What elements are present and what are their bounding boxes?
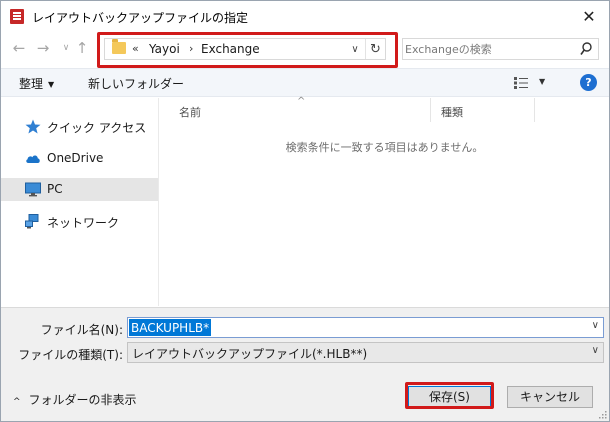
filetype-label: ファイルの種類(T): xyxy=(18,348,123,362)
file-list-pane: ^ 名前 種類 検索条件に一致する項目はありません。 xyxy=(160,96,609,306)
save-highlight-frame xyxy=(405,382,494,409)
hide-folders-label: フォルダーの非表示 xyxy=(28,393,137,407)
search-input[interactable] xyxy=(405,40,575,58)
sidebar-item-quick-access[interactable]: クイック アクセス xyxy=(1,115,158,138)
title-bar: レイアウトバックアップファイルの指定 ✕ xyxy=(1,1,609,32)
navigation-pane: クイック アクセス OneDrive PC ネットワーク xyxy=(1,98,159,306)
search-icon[interactable] xyxy=(580,42,592,56)
filename-combobox[interactable]: ∨ xyxy=(127,317,604,338)
sort-indicator-icon: ^ xyxy=(297,96,306,107)
new-folder-button[interactable]: 新しいフォルダー xyxy=(88,75,184,92)
caret-down-icon: ▼ xyxy=(48,80,55,89)
monitor-icon xyxy=(25,182,41,197)
filename-field[interactable] xyxy=(129,319,211,336)
empty-results-message: 検索条件に一致する項目はありません。 xyxy=(285,141,484,154)
network-icon xyxy=(25,214,39,229)
sidebar-item-label: OneDrive xyxy=(47,151,104,165)
column-header-type[interactable]: 種類 xyxy=(441,104,463,120)
filename-label: ファイル名(N): xyxy=(40,323,123,337)
file-dialog: レイアウトバックアップファイルの指定 ✕ ← → ∨ ↑ « Yayoi › E… xyxy=(0,0,610,422)
up-arrow-icon[interactable]: ↑ xyxy=(72,38,92,58)
filetype-dropdown-icon[interactable]: ∨ xyxy=(592,345,599,356)
filename-dropdown-icon[interactable]: ∨ xyxy=(592,320,599,331)
view-options-caret-icon[interactable]: ▼ xyxy=(539,77,545,86)
close-button[interactable]: ✕ xyxy=(575,3,603,29)
back-arrow-icon[interactable]: ← xyxy=(9,38,29,58)
dialog-footer: ファイル名(N): ∨ ファイルの種類(T): レイアウトバックアップファイル(… xyxy=(1,307,609,421)
address-highlight-frame xyxy=(97,32,398,68)
help-icon[interactable]: ? xyxy=(580,74,597,91)
cancel-button[interactable]: キャンセル xyxy=(507,386,593,408)
view-options-icon[interactable] xyxy=(514,77,528,89)
sidebar-item-pc[interactable]: PC xyxy=(1,178,158,201)
app-icon xyxy=(10,9,24,24)
sidebar-item-label: ネットワーク xyxy=(47,216,120,230)
window-title: レイアウトバックアップファイルの指定 xyxy=(32,11,249,25)
sidebar-item-network[interactable]: ネットワーク xyxy=(1,210,158,233)
sidebar-item-label: PC xyxy=(47,182,63,196)
organize-button[interactable]: 整理 ▼ xyxy=(19,75,54,92)
cloud-icon xyxy=(26,155,40,163)
sidebar-item-label: クイック アクセス xyxy=(47,121,147,135)
column-divider[interactable] xyxy=(430,98,431,122)
forward-arrow-icon[interactable]: → xyxy=(33,38,53,58)
sidebar-item-onedrive[interactable]: OneDrive xyxy=(1,147,158,170)
organize-label: 整理 xyxy=(19,77,44,91)
command-toolbar: 整理 ▼ 新しいフォルダー ▼ ? xyxy=(1,68,609,97)
star-icon xyxy=(25,119,41,134)
column-divider[interactable] xyxy=(534,98,535,122)
resize-grip-icon[interactable] xyxy=(597,409,607,419)
hide-folders-toggle[interactable]: ^ フォルダーの非表示 xyxy=(13,391,137,408)
column-header-name[interactable]: 名前 xyxy=(179,104,201,120)
chevron-up-icon: ^ xyxy=(13,397,21,407)
filetype-value: レイアウトバックアップファイル(*.HLB**) xyxy=(132,347,368,361)
filetype-select[interactable]: レイアウトバックアップファイル(*.HLB**) ∨ xyxy=(127,342,604,363)
search-box[interactable] xyxy=(402,38,599,60)
